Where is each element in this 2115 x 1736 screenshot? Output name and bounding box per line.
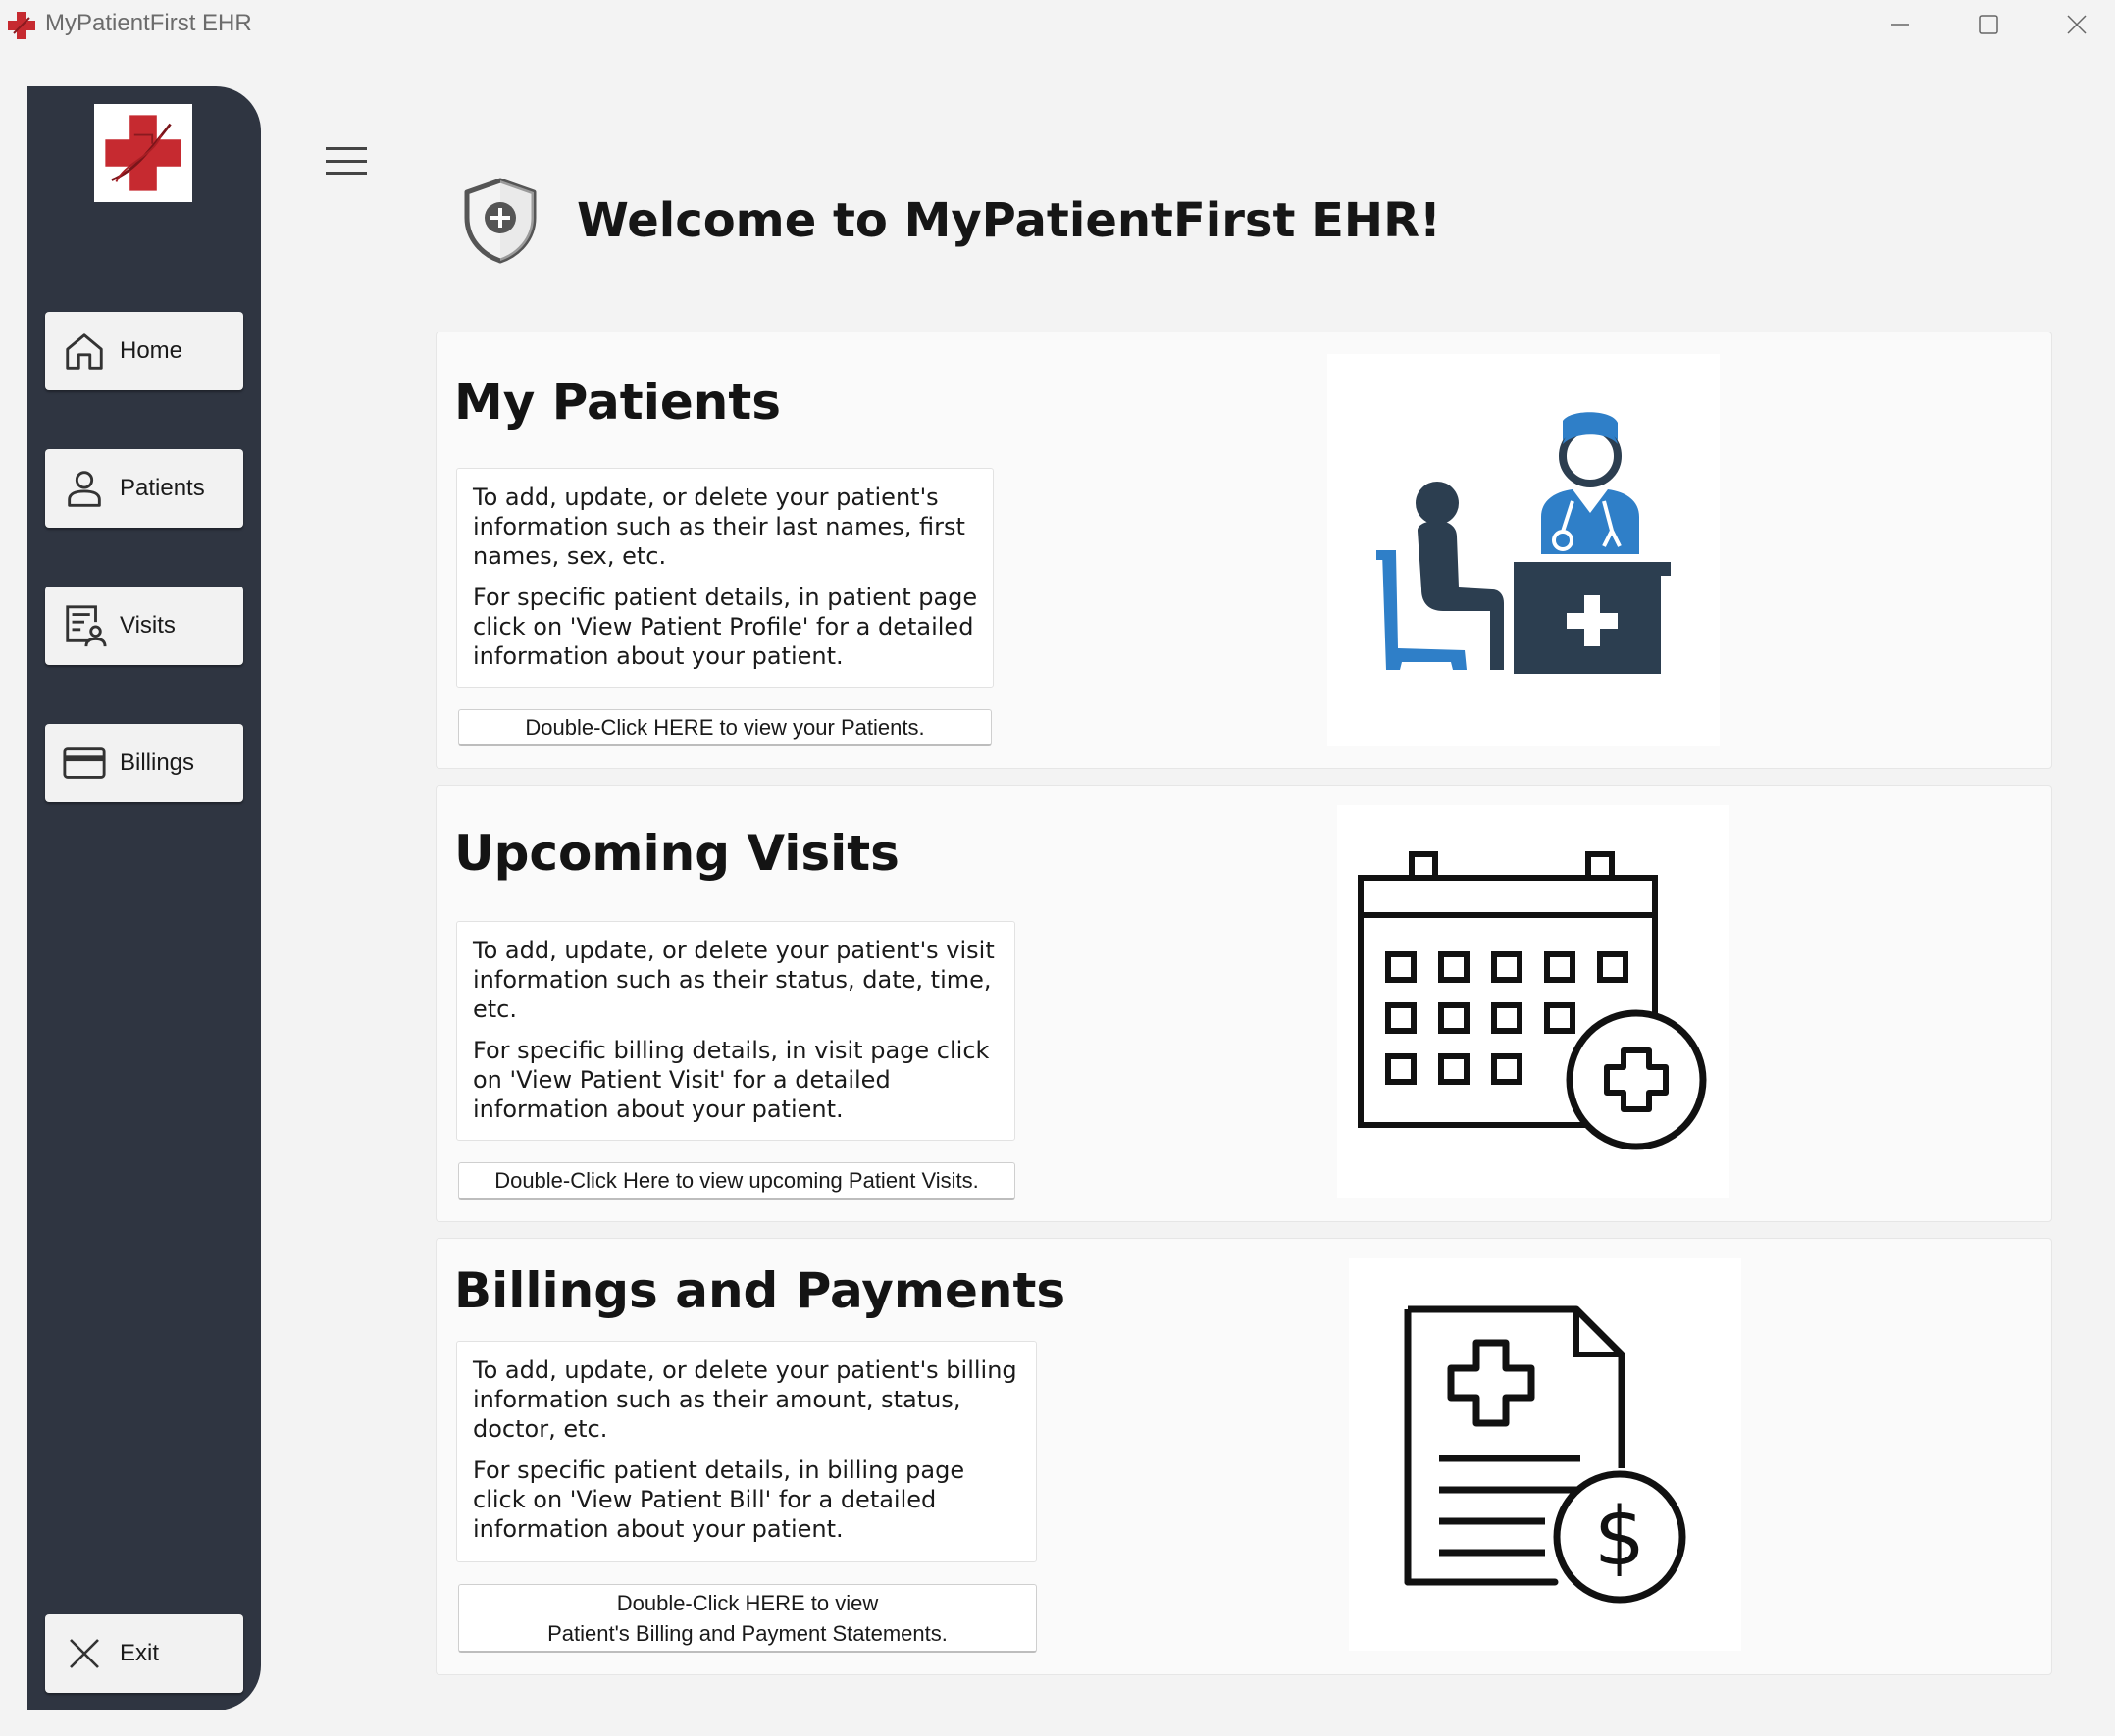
card-description-text: For specific billing details, in visit p… (473, 1037, 990, 1123)
shield-plus-icon (461, 177, 540, 265)
hamburger-menu-button[interactable] (324, 143, 369, 179)
medical-bill-illustration: $ (1349, 1258, 1741, 1651)
page-header: Welcome to MyPatientFirst EHR! (461, 177, 1441, 265)
view-visits-button[interactable]: Double-Click Here to view upcoming Patie… (458, 1162, 1015, 1200)
hamburger-line (326, 147, 367, 150)
maximize-button[interactable] (1944, 0, 2033, 49)
maximize-icon (1979, 15, 1998, 34)
card-description: To add, update, or delete your patient's… (456, 468, 994, 688)
minimize-button[interactable] (1856, 0, 1944, 49)
view-patients-button[interactable]: Double-Click HERE to view your Patients. (458, 709, 992, 746)
app-logo-icon (6, 10, 37, 41)
card-description-text: For specific patient details, in patient… (473, 584, 978, 670)
close-icon (61, 1630, 108, 1677)
minimize-icon (1891, 24, 1909, 26)
visits-icon (61, 602, 108, 649)
page-title: Welcome to MyPatientFirst EHR! (577, 193, 1441, 248)
card-description-text: To add, update, or delete your patient's… (473, 937, 995, 1023)
card-description: To add, update, or delete your patient's… (456, 1341, 1037, 1562)
sidebar-item-patients[interactable]: Patients (45, 449, 243, 528)
sidebar-item-label: Billings (120, 749, 195, 776)
sidebar-item-billings[interactable]: Billings (45, 724, 243, 802)
window-title: MyPatientFirst EHR (45, 10, 252, 36)
person-icon (61, 465, 108, 512)
exit-label: Exit (120, 1640, 160, 1666)
sidebar-item-label: Home (120, 337, 183, 364)
card-title: My Patients (454, 374, 782, 431)
my-patients-card: My Patients To add, update, or delete yo… (436, 332, 2052, 769)
card-description-text: To add, update, or delete your patient's… (473, 1356, 1017, 1443)
sidebar-item-label: Patients (120, 475, 205, 501)
sidebar: Home Patients Visits Billings Exit (27, 86, 261, 1710)
card-description: To add, update, or delete your patient's… (456, 921, 1015, 1141)
doctor-patient-illustration (1327, 354, 1720, 746)
card-title: Upcoming Visits (454, 825, 900, 882)
red-cross-logo (94, 104, 192, 202)
sidebar-item-visits[interactable]: Visits (45, 587, 243, 665)
close-icon (2067, 15, 2087, 34)
hamburger-line (326, 172, 367, 175)
card-title: Billings and Payments (454, 1262, 1066, 1319)
credit-card-icon (61, 740, 108, 787)
billings-payments-card: Billings and Payments To add, update, or… (436, 1238, 2052, 1675)
close-window-button[interactable] (2033, 0, 2115, 49)
calendar-plus-illustration (1337, 805, 1729, 1198)
exit-button[interactable]: Exit (45, 1614, 243, 1693)
sidebar-item-label: Visits (120, 612, 176, 638)
sidebar-item-home[interactable]: Home (45, 312, 243, 390)
view-billings-button[interactable]: Double-Click HERE to view Patient's Bill… (458, 1584, 1037, 1653)
upcoming-visits-card: Upcoming Visits To add, update, or delet… (436, 785, 2052, 1222)
hamburger-line (326, 159, 367, 163)
dollar-sign-icon: $ (1594, 1491, 1645, 1584)
card-description-text: To add, update, or delete your patient's… (473, 484, 965, 570)
home-icon (61, 328, 108, 375)
card-description-text: For specific patient details, in billing… (473, 1456, 965, 1543)
title-bar: MyPatientFirst EHR (0, 0, 2115, 49)
